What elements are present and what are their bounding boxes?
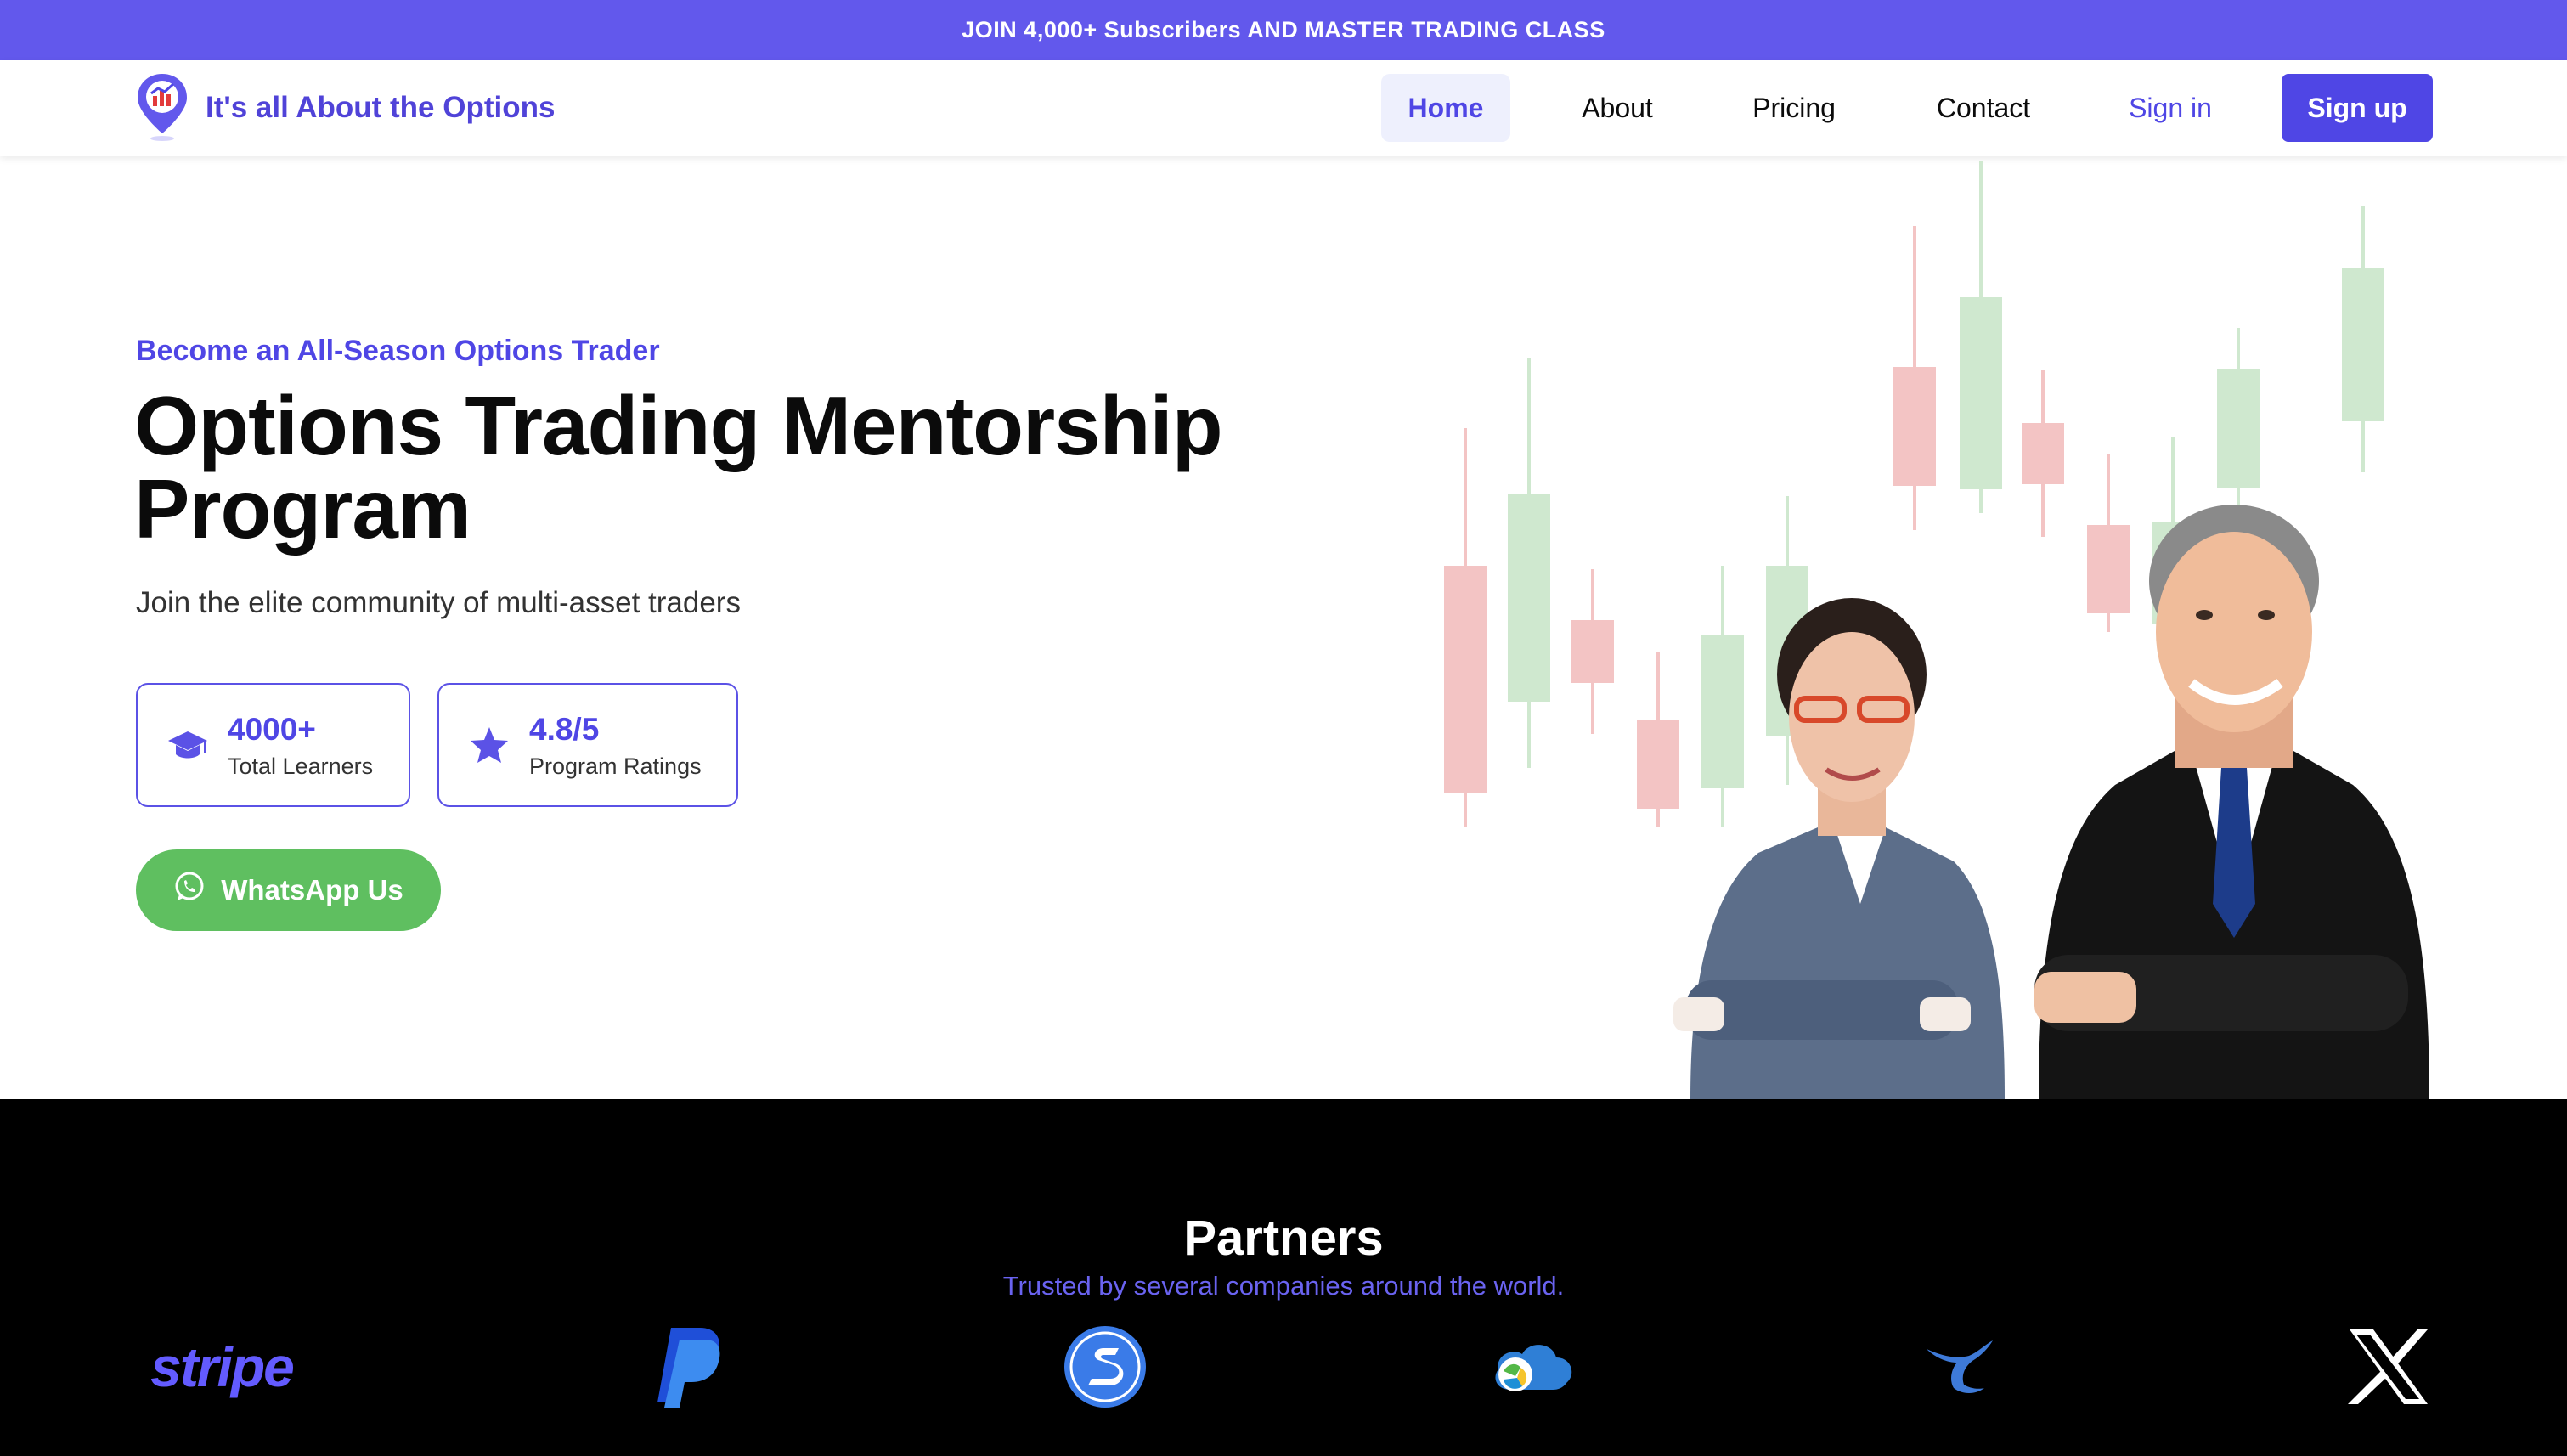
- hero-title: Options Trading Mentorship Program: [134, 379, 1223, 556]
- brand-logo-link[interactable]: It's all About the Options: [134, 72, 555, 144]
- star-icon: [466, 722, 512, 768]
- whatsapp-label: WhatsApp Us: [221, 874, 403, 906]
- nav-pricing[interactable]: Pricing: [1733, 74, 1855, 142]
- cloud-globe-icon: [1487, 1320, 1580, 1414]
- stat-card-learners: 4000+ Total Learners: [136, 683, 410, 807]
- hero-subtitle: Join the elite community of multi-asset …: [136, 586, 741, 619]
- graduation-cap-icon: [165, 722, 211, 768]
- stat-value: 4000+: [228, 711, 316, 747]
- x-icon: [2338, 1320, 2440, 1414]
- partners-title: Partners: [1183, 1211, 1384, 1266]
- whatsapp-button[interactable]: WhatsApp Us: [136, 849, 441, 931]
- paypal-icon: [646, 1320, 731, 1414]
- hero-eyebrow: Become an All-Season Options Trader: [136, 335, 660, 367]
- navbar: It's all About the Options Home About Pr…: [0, 60, 2567, 156]
- whatsapp-icon: [173, 871, 206, 910]
- nav-home[interactable]: Home: [1381, 74, 1510, 142]
- map-pin-chart-icon: [134, 71, 190, 146]
- announcement-bar: JOIN 4,000+ Subscribers AND MASTER TRADI…: [0, 0, 2567, 60]
- hero-image: [1410, 156, 2567, 1099]
- bird-icon: [1913, 1320, 2006, 1414]
- sign-in-link[interactable]: Sign in: [2115, 74, 2226, 142]
- stat-label: Program Ratings: [529, 753, 702, 779]
- stat-label: Total Learners: [228, 753, 374, 779]
- partners-section: Partners Trusted by several companies ar…: [0, 1099, 2567, 1456]
- nav-contact[interactable]: Contact: [1921, 74, 2045, 142]
- announcement-text: JOIN 4,000+ Subscribers AND MASTER TRADI…: [962, 17, 1605, 42]
- partners-subtitle: Trusted by several companies around the …: [1002, 1271, 1565, 1301]
- nav-about[interactable]: About: [1560, 74, 1675, 142]
- skrill-icon: [1058, 1320, 1152, 1414]
- brand-title: It's all About the Options: [206, 91, 556, 124]
- sign-up-button[interactable]: Sign up: [2282, 74, 2433, 142]
- stat-value: 4.8/5: [529, 711, 600, 747]
- stat-card-ratings: 4.8/5 Program Ratings: [437, 683, 738, 807]
- stripe-logo: stripe: [150, 1335, 295, 1398]
